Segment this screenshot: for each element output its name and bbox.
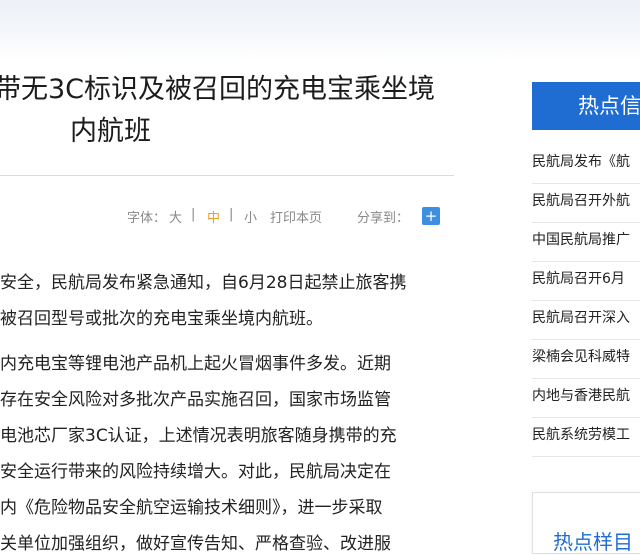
print-link[interactable]: 打印本页 [270,207,322,226]
header-banner [0,0,640,60]
article-title-line2: 内航班 [70,116,151,147]
article-line: 安全运行带来的风险持续增大。对此，民航局决定在 [0,462,391,482]
hot-news-item[interactable]: 民航局召开深入 [532,300,640,340]
article-toolbar: 字体： 大 | 中 | 小 打印本页 分享到： [0,207,454,227]
hot-news-item[interactable]: 民航局召开外航 [532,183,640,223]
hot-news-item[interactable]: 梁楠会见科威特 [532,339,640,379]
hot-news-item[interactable]: 民航局召开6月 [532,261,640,301]
font-size-medium-link[interactable]: 中 [207,207,220,226]
hot-news-item[interactable]: 民航局发布《航 [532,144,640,184]
article-title-line1: 带无3C标识及被召回的充电宝乘坐境 [0,74,436,105]
hot-news-header: 热点信 [532,82,640,130]
title-divider [0,175,454,176]
font-size-large-link[interactable]: 大 [169,207,182,226]
font-size-small-link[interactable]: 小 [244,207,257,226]
article-line: 关单位加强组织，做好宣传告知、严格查验、改进服 [0,534,391,554]
article-line: 内充电宝等锂电池产品机上起火冒烟事件多发。近期 [0,354,391,374]
separator: | [191,207,196,222]
hot-news-item[interactable]: 中国民航局推广 [532,222,640,262]
article-line: 内《危险物品安全航空运输技术细则》，进一步采取 [0,498,383,518]
share-label: 分享到： [357,211,410,226]
article-line: 存在安全风险对多批次产品实施召回，国家市场监管 [0,390,391,410]
article-line: 被召回型号或批次的充电宝乘坐境内航班。 [0,309,323,329]
hot-topics-panel: 热点样目 [532,492,640,554]
article-line: 安全，民航局发布紧急通知，自6月28日起禁止旅客携 [0,273,407,293]
separator: | [229,207,234,222]
hot-news-item[interactable]: 民航系统劳模工 [532,417,640,457]
hot-news-item[interactable]: 内地与香港民航 [532,378,640,418]
font-size-label: 字体： [127,211,167,226]
share-plus-button[interactable]: + [422,207,440,225]
article-line: 电池芯厂家3C认证，上述情况表明旅客随身携带的充 [0,426,397,446]
